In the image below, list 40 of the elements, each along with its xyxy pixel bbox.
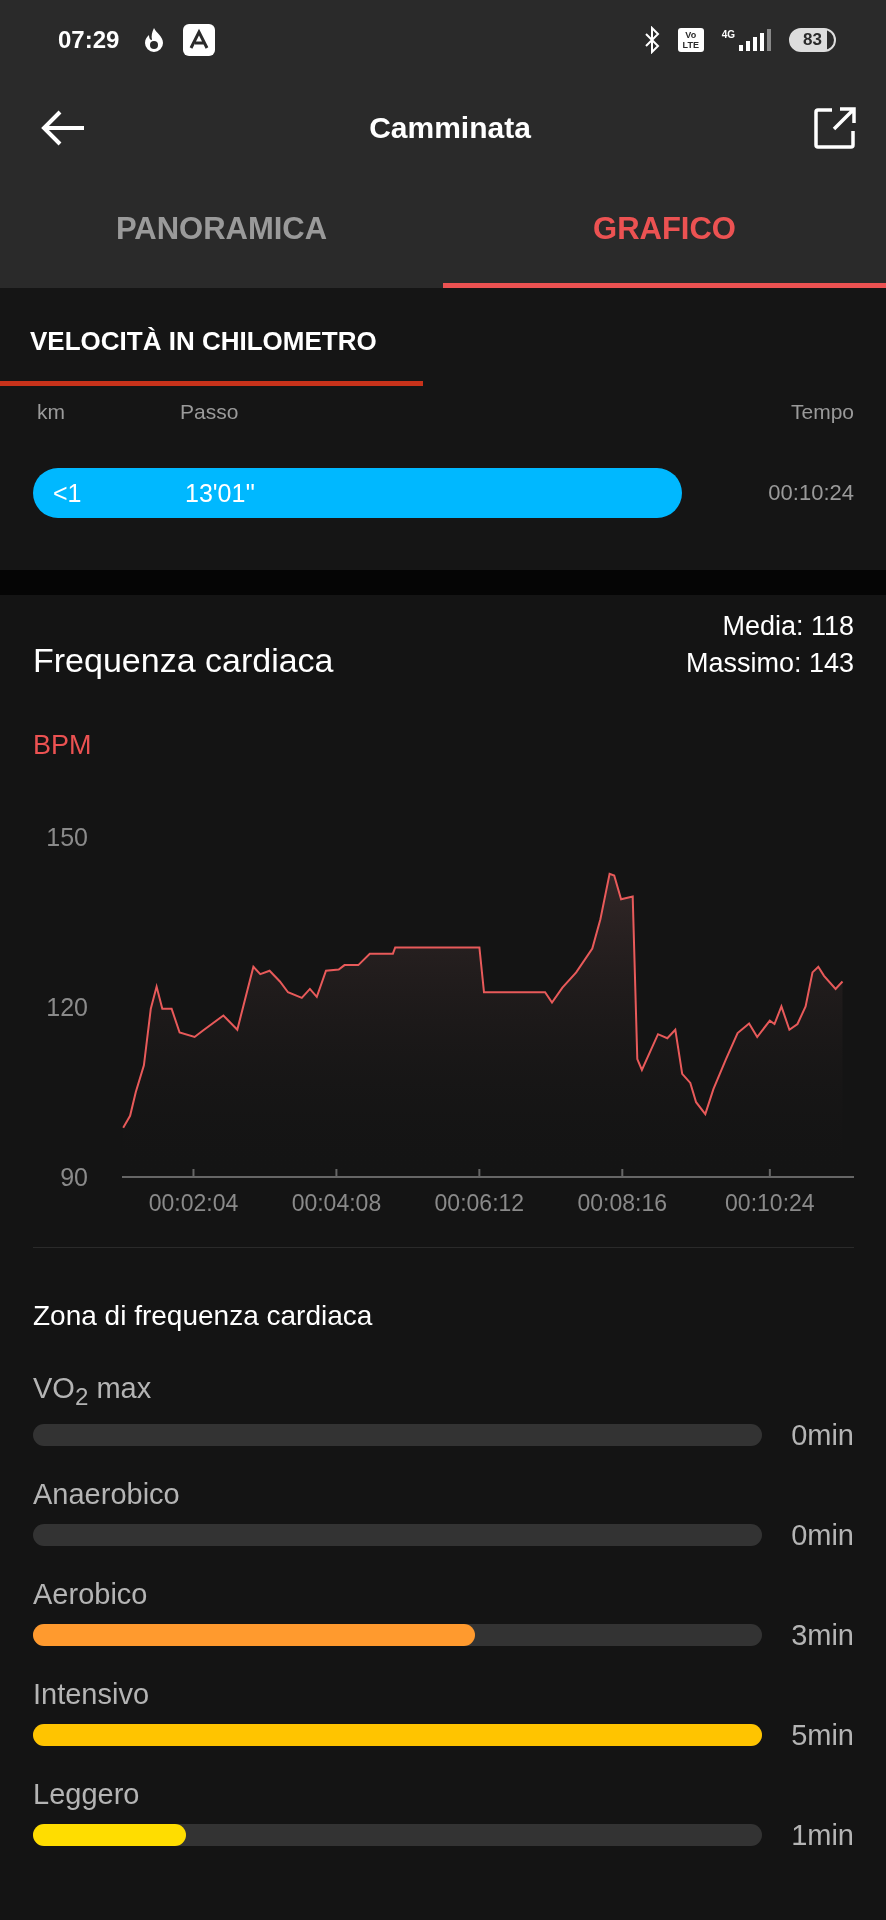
zone-label: Aerobico [33, 1577, 149, 1611]
network-type: 4G [721, 29, 736, 40]
page-title: Camminata [369, 110, 531, 145]
share-button[interactable] [814, 106, 856, 149]
maximum-value: Massimo: 143 [685, 648, 854, 679]
section-title: Zona di frequenza cardiaca [32, 1299, 374, 1332]
section-title: Frequenza cardiaca [33, 641, 334, 680]
volte-badge: Vo LTE [677, 28, 704, 52]
zone-label: Anaerobico [33, 1477, 181, 1511]
app-icon [183, 24, 216, 56]
time-value: 00:10:24 [768, 480, 854, 506]
axis-unit-label: BPM [32, 729, 93, 761]
bluetooth-icon [643, 26, 660, 54]
column-header: Tempo [790, 400, 854, 424]
x-axis-label: 00:04:08 [291, 1190, 382, 1216]
column-header: km [37, 400, 66, 424]
battery-indicator: 83 [789, 28, 836, 52]
signal-icon [737, 29, 772, 51]
zone-duration: 1min [790, 1818, 854, 1852]
y-axis-label: 120 [46, 993, 88, 1021]
zone-duration: 0min [790, 1418, 854, 1452]
x-axis-label: 00:08:16 [577, 1190, 668, 1216]
zone-duration: 5min [790, 1718, 854, 1752]
zone-label: VO$_{2}$ max [33, 1372, 153, 1411]
status-time: 07:29 [58, 26, 120, 54]
zone-label: Leggero [33, 1777, 141, 1811]
km-value: <1 [52, 478, 83, 508]
zone-duration: 0min [790, 1518, 854, 1552]
average-value: Media: 118 [722, 611, 854, 642]
x-axis-label: 00:06:12 [434, 1190, 525, 1216]
column-header: Passo [180, 400, 239, 424]
tab[interactable]: PANORAMICA [0, 175, 443, 288]
y-axis-label: 90 [60, 1163, 88, 1191]
y-axis-label: 150 [46, 823, 88, 851]
pace-value: 13'01'' [185, 478, 255, 508]
x-axis-label: 00:02:04 [148, 1190, 239, 1216]
zone-label: Intensivo [33, 1677, 151, 1711]
x-axis-label: 00:10:24 [725, 1190, 815, 1216]
flame-icon [143, 27, 166, 53]
zone-duration: 3min [790, 1618, 854, 1652]
